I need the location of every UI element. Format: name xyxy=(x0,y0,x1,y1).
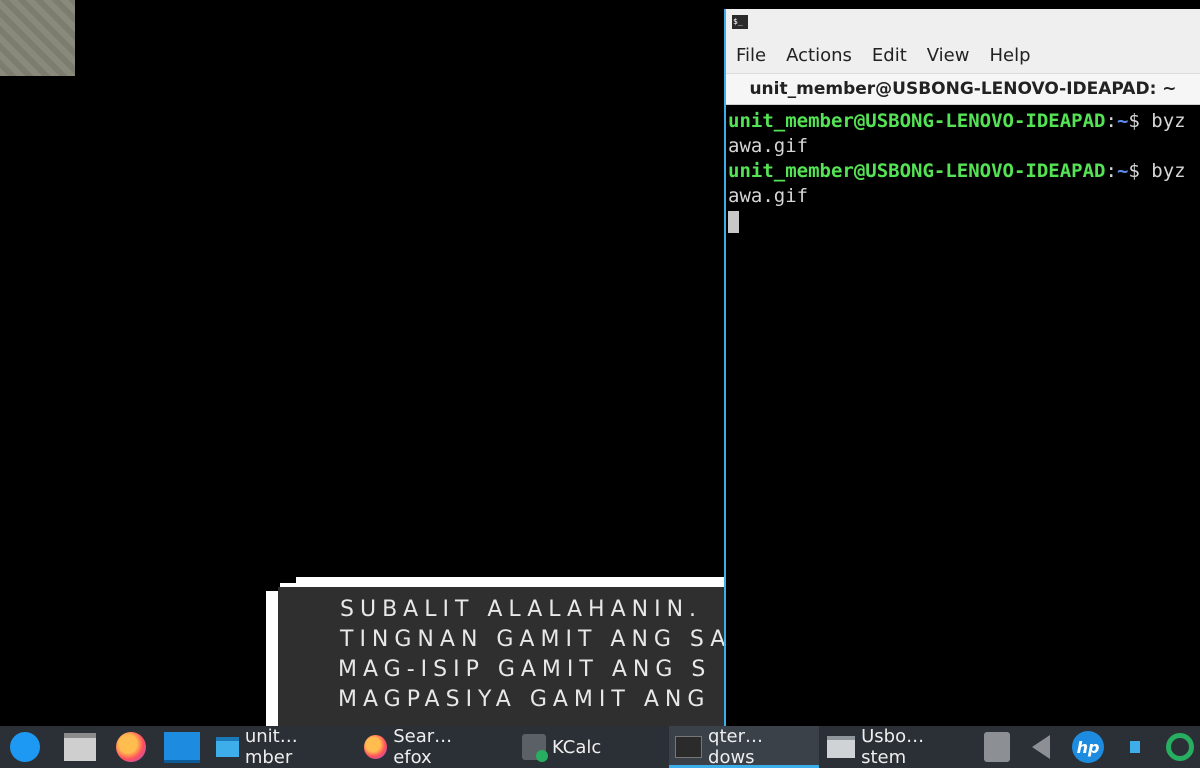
task-window[interactable]: Usbo…stem xyxy=(819,726,970,768)
launcher-firefox[interactable] xyxy=(108,726,158,768)
dialog-line: TINGNAN GAMIT ANG SA xyxy=(340,627,732,652)
dialog-line: SUBALIT ALALAHANIN. xyxy=(340,597,703,622)
task-label: qter…dows xyxy=(708,726,763,768)
tray-eject[interactable] xyxy=(970,726,1016,768)
output-line: awa.gif xyxy=(728,135,809,157)
tray-status[interactable] xyxy=(1160,726,1200,768)
terminal-tab[interactable]: unit_member@USBONG-LENOVO-IDEAPAD: ~ xyxy=(726,74,1200,105)
task-label: KCalc xyxy=(551,736,602,758)
desktop-thumbnail xyxy=(0,0,75,76)
terminal-menubar: File Actions Edit View Help xyxy=(726,37,1200,74)
task-label: Sear…efox xyxy=(393,726,453,768)
terminal-titlebar[interactable]: $_ xyxy=(726,9,1200,37)
prompt-sep: : xyxy=(1105,160,1117,182)
tray-hp[interactable]: hp xyxy=(1066,726,1110,768)
launcher-files[interactable] xyxy=(52,726,108,768)
calculator-icon xyxy=(521,734,548,762)
menu-edit[interactable]: Edit xyxy=(862,45,917,66)
menu-help[interactable]: Help xyxy=(979,45,1040,66)
dialog-text: SUBALIT ALALAHANIN. TINGNAN GAMIT ANG SA M… xyxy=(338,595,732,715)
menu-actions[interactable]: Actions xyxy=(776,45,862,66)
output-line: awa.gif xyxy=(728,185,809,207)
prompt-line: unit_member@USBONG-LENOVO-IDEAPAD:~$ byz xyxy=(728,159,1200,184)
status-ring-icon xyxy=(1166,733,1194,761)
task-label: Usbo…stem xyxy=(861,726,925,768)
terminal-window[interactable]: $_ File Actions Edit View Help unit_memb… xyxy=(724,9,1200,726)
show-desktop-icon xyxy=(164,731,200,763)
app-launcher[interactable] xyxy=(0,726,52,768)
task-firefox[interactable]: Sear…efox xyxy=(346,726,492,768)
eject-icon xyxy=(984,732,1010,762)
firefox-icon xyxy=(116,732,146,762)
prompt-user: unit_member@USBONG-LENOVO-IDEAPAD xyxy=(728,160,1106,182)
task-files[interactable]: unit…mber xyxy=(212,726,346,768)
network-icon xyxy=(1130,741,1140,753)
terminal-output[interactable]: unit_member@USBONG-LENOVO-IDEAPAD:~$ byz… xyxy=(726,105,1200,234)
task-label: unit…mber xyxy=(244,726,298,768)
prompt-line: unit_member@USBONG-LENOVO-IDEAPAD:~$ byz xyxy=(728,109,1200,134)
prompt-path: ~ xyxy=(1116,160,1129,182)
prompt-path: ~ xyxy=(1116,110,1129,132)
firefox-icon xyxy=(364,735,388,759)
task-terminal[interactable]: qter…dows xyxy=(669,726,819,768)
window-icon xyxy=(826,736,856,758)
dialog-line: MAGPASIYA GAMIT ANG xyxy=(338,687,711,712)
prompt-command: $ byz xyxy=(1128,160,1186,182)
game-dialog-box: SUBALIT ALALAHANIN. TINGNAN GAMIT ANG SA M… xyxy=(266,577,736,737)
tray-volume[interactable] xyxy=(1016,726,1066,768)
file-manager-icon xyxy=(64,733,96,761)
show-desktop[interactable] xyxy=(158,726,212,768)
task-kcalc[interactable]: KCalc xyxy=(492,726,607,768)
menu-file[interactable]: File xyxy=(726,45,776,66)
prompt-sep: : xyxy=(1105,110,1117,132)
hp-icon: hp xyxy=(1072,731,1104,763)
prompt-user: unit_member@USBONG-LENOVO-IDEAPAD xyxy=(728,110,1106,132)
cursor-line xyxy=(728,209,1200,234)
folder-icon xyxy=(216,737,239,757)
taskbar: unit…mber Sear…efox KCalc qter…dows Usbo… xyxy=(0,726,1200,768)
menu-view[interactable]: View xyxy=(917,45,980,66)
dialog-corner-notch xyxy=(280,577,296,583)
text-cursor xyxy=(728,210,739,233)
kde-launcher-icon xyxy=(10,732,40,762)
terminal-icon xyxy=(675,736,703,758)
dialog-line: MAG-ISIP GAMIT ANG S xyxy=(338,657,712,682)
terminal-icon: $_ xyxy=(732,15,748,29)
prompt-command: $ byz xyxy=(1128,110,1186,132)
volume-icon xyxy=(1032,735,1050,759)
tray-network[interactable] xyxy=(1110,726,1160,768)
